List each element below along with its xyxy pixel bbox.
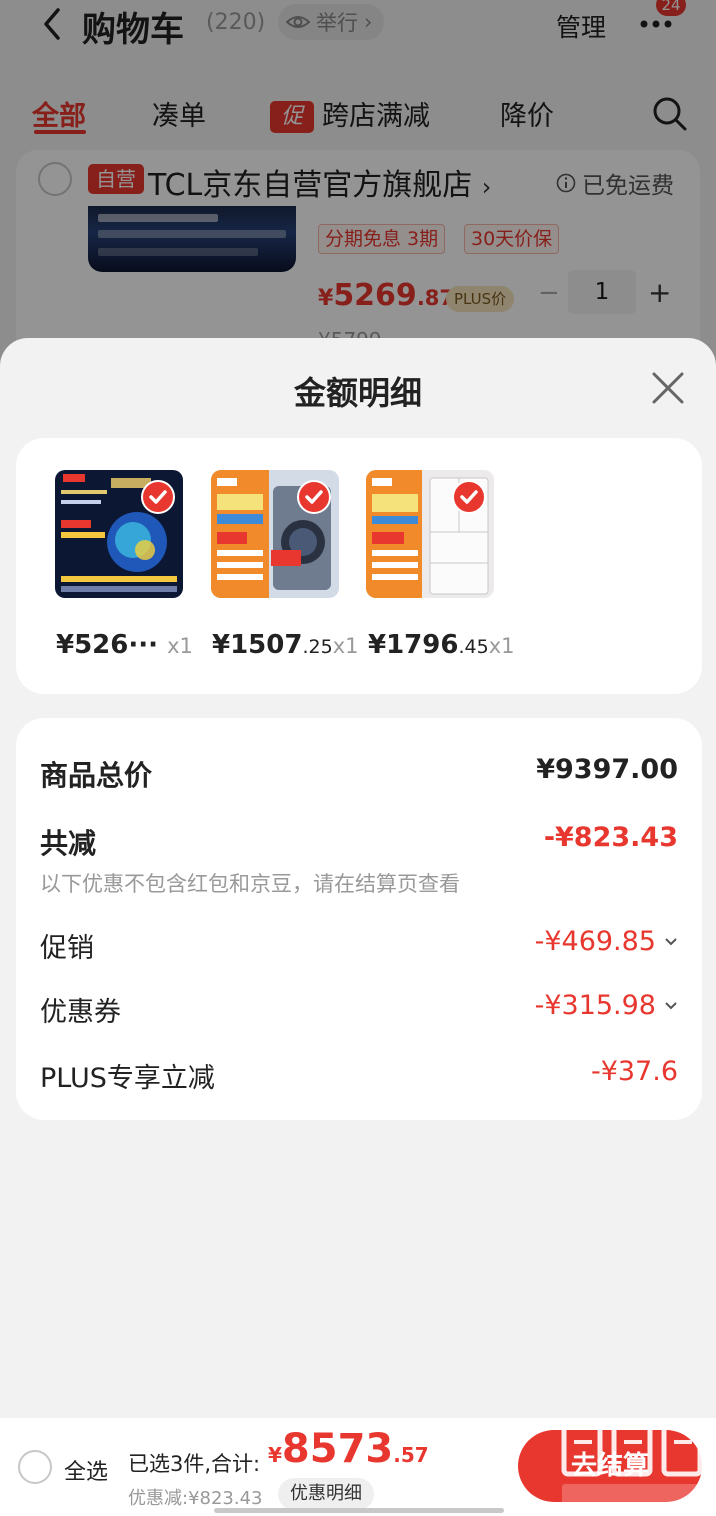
home-indicator <box>214 1508 504 1513</box>
checkmark-icon <box>297 480 331 514</box>
product-price-1: ¥526··· x1 <box>56 630 193 660</box>
reduce-label: 共减 <box>40 827 97 860</box>
checkmark-icon <box>452 480 486 514</box>
total-value: ¥9397.00 <box>536 754 678 785</box>
total-label: 商品总价 <box>40 759 153 792</box>
select-all-label[interactable]: 全选 <box>64 1454 108 1486</box>
amount-detail-sheet: 金额明细 ¥526··· x1 ¥1507.25x1 ¥1796.45x1 商品… <box>0 338 716 1418</box>
selected-summary: 已选3件,合计: <box>128 1452 261 1476</box>
fridge-product-image[interactable] <box>366 470 494 598</box>
coupon-value: -¥315.98 <box>534 990 656 1021</box>
reduce-value: -¥823.43 <box>543 822 678 853</box>
discount-summary: 优惠减:¥823.43 <box>128 1488 263 1509</box>
promo-value: -¥469.85 <box>534 926 656 957</box>
chevron-down-icon <box>665 1002 677 1010</box>
plus-discount-value: -¥37.6 <box>590 1056 678 1087</box>
price-summary-card: 商品总价 ¥9397.00 共减 -¥823.43 以下优惠不包含红包和京豆，请… <box>16 718 702 1120</box>
product-price-2: ¥1507.25x1 <box>212 630 359 660</box>
select-all-radio[interactable] <box>18 1450 52 1484</box>
plus-discount-label: PLUS专享立减 <box>40 1063 215 1094</box>
total-amount: ¥8573.57 <box>268 1426 429 1472</box>
close-icon[interactable] <box>650 370 686 406</box>
promo-label: 促销 <box>40 933 94 964</box>
tv-product-image[interactable] <box>55 470 183 598</box>
site-watermark-logo <box>561 1421 706 1506</box>
discount-detail-button[interactable]: 优惠明细 <box>278 1478 374 1510</box>
discount-note: 以下优惠不包含红包和京豆，请在结算页查看 <box>40 872 460 896</box>
promo-row[interactable]: -¥469.85 <box>535 926 678 957</box>
washer-product-image[interactable] <box>211 470 339 598</box>
product-list-card: ¥526··· x1 ¥1507.25x1 ¥1796.45x1 <box>16 438 702 694</box>
coupon-row[interactable]: -¥315.98 <box>535 990 678 1021</box>
sheet-title: 金额明细 <box>293 374 422 412</box>
coupon-label: 优惠券 <box>40 997 121 1028</box>
checkmark-icon <box>141 480 175 514</box>
product-price-3: ¥1796.45x1 <box>368 630 515 660</box>
chevron-down-icon <box>665 938 677 946</box>
